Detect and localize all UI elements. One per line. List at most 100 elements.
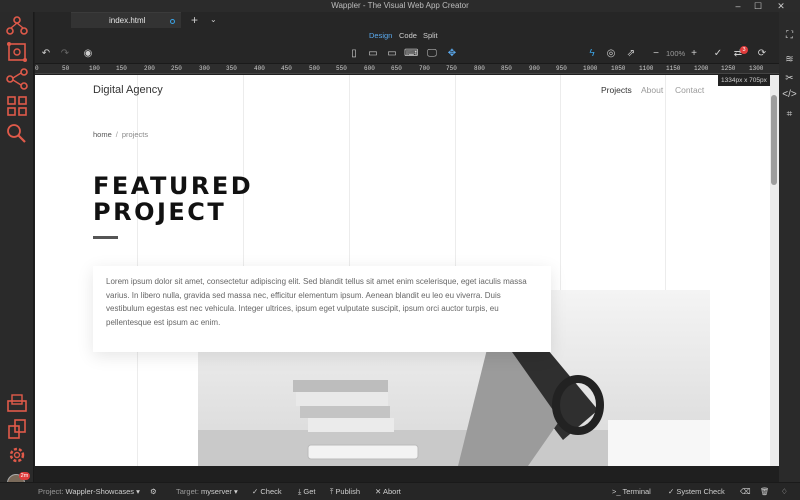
fullscreen-icon[interactable]: ⛶ — [782, 28, 797, 43]
maximize-icon[interactable]: ☐ — [747, 0, 769, 12]
preview-eye-icon[interactable]: ◎ — [604, 47, 618, 61]
project-selector[interactable]: Project: Wappler-Showcases ▾ — [38, 483, 140, 500]
components-icon[interactable] — [5, 41, 29, 63]
get-label: Get — [303, 487, 316, 496]
brand-logo[interactable]: Digital Agency — [93, 84, 163, 96]
responsive-view-icon[interactable]: ✥ — [445, 47, 459, 61]
page-title-line-2: PROJECT — [93, 198, 227, 226]
eraser-icon[interactable]: ⌫ — [740, 483, 751, 500]
minimize-icon[interactable]: – — [727, 0, 749, 12]
design-canvas[interactable]: Digital Agency Projects About Contact ho… — [35, 75, 770, 466]
tablet-view-icon[interactable]: ▭ — [366, 47, 380, 61]
ruler-tick: 1050 — [611, 65, 626, 72]
target-selector[interactable]: Target: myserver ▾ — [176, 483, 238, 500]
ruler-tick: 450 — [281, 65, 292, 72]
delete-icon[interactable]: 🗑 — [760, 483, 770, 500]
tab-bar: index.html + ⌄ — [35, 12, 779, 28]
problems-badge: 3 — [740, 46, 748, 54]
canvas-size-label: 1334px x 705px — [718, 75, 770, 86]
unsaved-dot-icon — [170, 19, 175, 24]
ruler-tick: 350 — [226, 65, 237, 72]
title-bar: Wappler - The Visual Web App Creator – ☐… — [0, 0, 800, 12]
terminal-label: Terminal — [622, 487, 651, 496]
mobile-view-icon[interactable]: ▯ — [347, 47, 361, 61]
app-structure-icon[interactable] — [5, 15, 29, 37]
ruler-tick: 550 — [336, 65, 347, 72]
refresh-icon[interactable]: ⟳ — [755, 47, 769, 61]
breadcrumb-separator: / — [115, 130, 118, 139]
tab-index-html[interactable]: index.html — [71, 12, 181, 28]
code-icon[interactable]: </> — [782, 87, 797, 102]
extensions-icon[interactable] — [5, 418, 29, 440]
get-button[interactable]: ⤓ Get — [298, 483, 316, 500]
validate-check-icon[interactable]: ✓ — [711, 47, 725, 61]
undo-icon[interactable]: ↶ — [39, 47, 53, 61]
breadcrumb-current: projects — [121, 130, 149, 139]
system-check-label: System Check — [676, 487, 725, 496]
code-mode-button[interactable]: Code — [399, 28, 417, 44]
description-text: Lorem ipsum dolor sit amet, consectetur … — [106, 277, 527, 327]
publish-label: Publish — [335, 487, 361, 496]
ruler-tick: 950 — [556, 65, 567, 72]
ruler-tick: 100 — [89, 65, 100, 72]
ruler-tick: 1250 — [721, 65, 736, 72]
settings-icon[interactable] — [5, 444, 29, 466]
zoom-in-icon[interactable]: + — [687, 47, 701, 61]
crop-icon[interactable]: ⌗ — [782, 107, 797, 122]
terminal-button[interactable]: >_ Terminal — [612, 483, 651, 500]
zoom-out-icon[interactable]: − — [649, 47, 663, 61]
ruler-tick: 850 — [501, 65, 512, 72]
project-settings-icon[interactable]: ⚙ — [150, 483, 157, 500]
breadcrumb: home / projects — [93, 130, 148, 139]
search-icon[interactable] — [5, 122, 29, 144]
target-label: Target: — [176, 487, 199, 496]
abort-button[interactable]: ✕ Abort — [375, 483, 401, 500]
ruler-tick: 1200 — [694, 65, 709, 72]
abort-label: Abort — [382, 487, 401, 496]
window-title: Wappler - The Visual Web App Creator — [331, 1, 469, 10]
ruler-tick: 500 — [309, 65, 320, 72]
server-connect-icon[interactable] — [5, 68, 29, 90]
canvas-scrollbar[interactable] — [770, 75, 779, 466]
chevron-down-icon[interactable]: ⌄ — [210, 12, 217, 28]
ruler-tick: 1000 — [583, 65, 598, 72]
camera-icon[interactable]: ◉ — [81, 47, 95, 61]
ruler-tick: 800 — [474, 65, 485, 72]
desktop-view-icon[interactable]: 🖵 — [425, 47, 439, 61]
right-sidebar: ⛶ ≋ ✂ </> ⌗ — [779, 12, 800, 482]
ruler-tick: 250 — [171, 65, 182, 72]
ruler-tick: 650 — [391, 65, 402, 72]
split-mode-button[interactable]: Split — [423, 28, 438, 44]
title-underline — [93, 236, 118, 239]
project-name: Wappler-Showcases — [65, 487, 135, 496]
ruler-tick: 300 — [199, 65, 210, 72]
new-tab-icon[interactable]: + — [191, 12, 198, 28]
notifications-icon[interactable]: ♢ — [781, 483, 788, 500]
publish-manager-icon[interactable] — [5, 392, 29, 414]
check-button[interactable]: ✓ Check — [252, 483, 282, 500]
tablet-landscape-icon[interactable]: ▭ — [385, 47, 399, 61]
page-title-line-1: FEATURED — [93, 172, 254, 200]
assets-icon[interactable] — [5, 95, 29, 117]
avatar-badge: 2m — [19, 472, 30, 480]
nav-link-about[interactable]: About — [641, 85, 663, 95]
design-toolbar: ↶ ↷ ◉ ▯ ▭ ▭ ⌨ 🖵 ✥ ϟ ◎ ⇗ − 100% + ✓ ⇄ 3 ⟳ — [35, 44, 779, 64]
tools-icon[interactable]: ✂ — [782, 71, 797, 86]
tab-label: index.html — [109, 16, 146, 25]
layers-icon[interactable]: ≋ — [782, 52, 797, 67]
system-check-button[interactable]: ✓ System Check — [668, 483, 725, 500]
publish-button[interactable]: ⤒ Publish — [330, 483, 360, 500]
open-browser-icon[interactable]: ⇗ — [624, 47, 638, 61]
live-bolt-icon[interactable]: ϟ — [585, 47, 599, 61]
redo-icon[interactable]: ↷ — [58, 47, 72, 61]
close-icon[interactable]: ✕ — [770, 0, 792, 12]
nav-link-contact[interactable]: Contact — [675, 85, 704, 95]
ruler-tick: 1100 — [639, 65, 654, 72]
laptop-view-icon[interactable]: ⌨ — [404, 47, 418, 61]
scrollbar-thumb[interactable] — [771, 95, 777, 185]
target-name: myserver — [201, 487, 232, 496]
nav-link-projects[interactable]: Projects — [601, 85, 632, 95]
breadcrumb-home[interactable]: home — [93, 130, 112, 139]
view-mode-bar: Design Code Split — [35, 28, 779, 44]
design-mode-button[interactable]: Design — [369, 28, 392, 44]
